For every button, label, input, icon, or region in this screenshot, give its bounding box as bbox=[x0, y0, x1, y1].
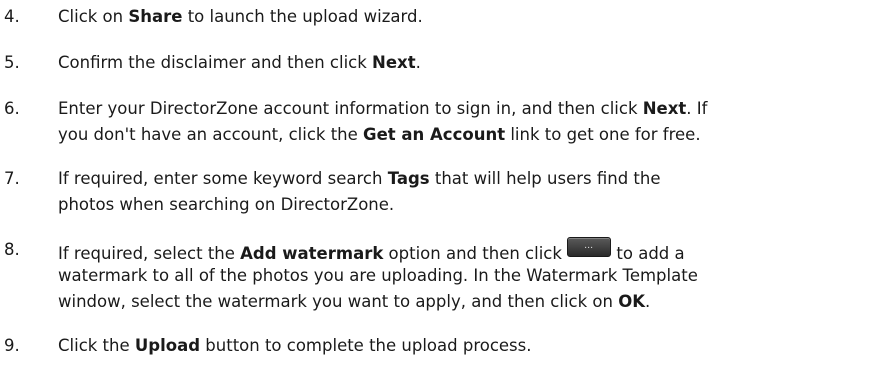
bold-term: Tags bbox=[387, 169, 430, 188]
text-segment: . bbox=[645, 292, 651, 311]
step-text-line: you don't have an account, click the Get… bbox=[58, 122, 884, 148]
step-text-line: Click on Share to launch the upload wiza… bbox=[58, 4, 884, 30]
step-text-line: If required, enter some keyword search T… bbox=[58, 166, 884, 192]
step-text: Enter your DirectorZone account informat… bbox=[58, 96, 884, 148]
step-number: 8. bbox=[4, 240, 20, 259]
bold-term: Add watermark bbox=[240, 244, 384, 263]
bold-term: Get an Account bbox=[363, 125, 506, 144]
step-text: If required, enter some keyword search T… bbox=[58, 166, 884, 218]
bold-term: OK bbox=[618, 292, 646, 311]
step-number: 4. bbox=[4, 7, 20, 26]
text-segment: watermark to all of the photos you are u… bbox=[58, 266, 698, 285]
step-text: Click on Share to launch the upload wiza… bbox=[58, 4, 884, 30]
step-number: 9. bbox=[4, 336, 20, 355]
step-text-line: Enter your DirectorZone account informat… bbox=[58, 96, 884, 122]
text-segment: button to complete the upload process. bbox=[200, 336, 532, 355]
step-number: 5. bbox=[4, 53, 20, 72]
bold-term: Upload bbox=[134, 336, 201, 355]
bold-term: Next bbox=[372, 53, 416, 72]
step-number: 6. bbox=[4, 99, 20, 118]
text-segment: to launch the upload wizard. bbox=[182, 7, 423, 26]
text-segment: you don't have an account, click the bbox=[58, 125, 364, 144]
step-text-line: watermark to all of the photos you are u… bbox=[58, 263, 884, 289]
step-number: 7. bbox=[4, 169, 20, 188]
ellipsis-button-icon: … bbox=[567, 237, 612, 257]
step-text: If required, select the Add watermark op… bbox=[58, 237, 884, 315]
text-segment: If required, select the bbox=[58, 244, 241, 263]
text-segment: window, select the watermark you want to… bbox=[58, 292, 619, 311]
step-text-line: Click the Upload button to complete the … bbox=[58, 333, 884, 359]
step-text: Confirm the disclaimer and then click Ne… bbox=[58, 50, 884, 76]
text-segment: link to get one for free. bbox=[505, 125, 701, 144]
step-text-line: If required, select the Add watermark op… bbox=[58, 237, 884, 263]
text-segment: Click on bbox=[58, 7, 129, 26]
text-segment: Click the bbox=[58, 336, 135, 355]
text-segment: Confirm the disclaimer and then click bbox=[58, 53, 373, 72]
text-segment: option and then click bbox=[383, 244, 568, 263]
text-segment: Enter your DirectorZone account informat… bbox=[58, 99, 643, 118]
step-text: Click the Upload button to complete the … bbox=[58, 333, 884, 359]
step-text-line: Confirm the disclaimer and then click Ne… bbox=[58, 50, 884, 76]
text-segment: If required, enter some keyword search bbox=[58, 169, 388, 188]
bold-term: Next bbox=[642, 99, 687, 118]
bold-term: Share bbox=[128, 7, 183, 26]
text-segment: photos when searching on DirectorZone. bbox=[58, 195, 395, 214]
text-segment: to add a bbox=[611, 244, 685, 263]
text-segment: that will help users find the bbox=[429, 169, 661, 188]
text-segment: . If bbox=[686, 99, 708, 118]
ellipsis-glyph: … bbox=[584, 241, 595, 251]
step-text-line: window, select the watermark you want to… bbox=[58, 289, 884, 315]
step-text-line: photos when searching on DirectorZone. bbox=[58, 192, 884, 218]
text-segment: . bbox=[415, 53, 421, 72]
